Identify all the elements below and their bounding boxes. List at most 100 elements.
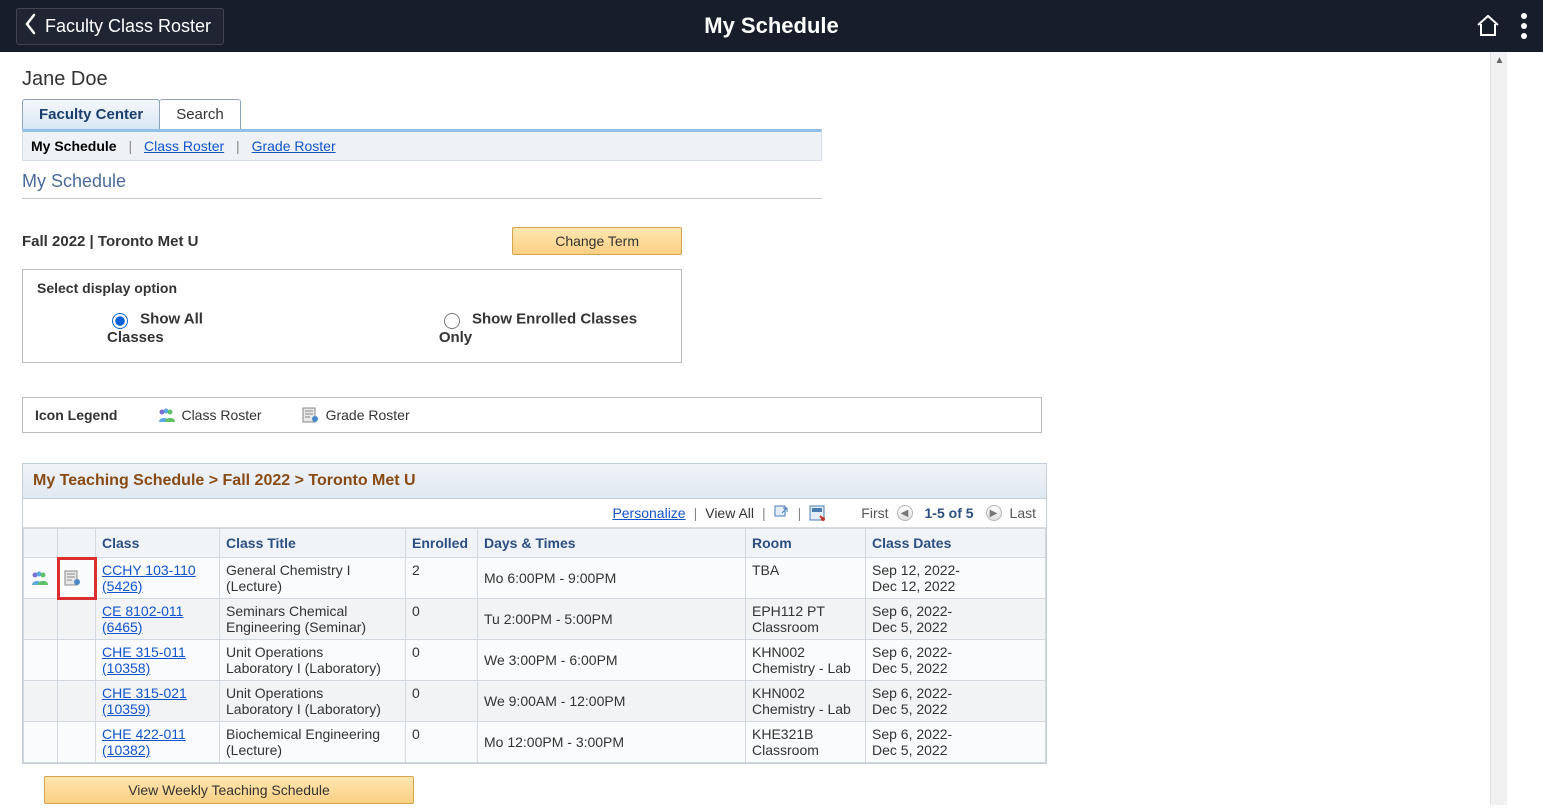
class-cell[interactable]: CHE 422-011(10382) [96,722,220,763]
subnav-grade-roster[interactable]: Grade Roster [252,138,336,154]
back-button-label: Faculty Class Roster [45,16,211,37]
class-dates-cell: Sep 6, 2022-Dec 5, 2022 [866,640,1046,681]
subnav-my-schedule[interactable]: My Schedule [31,138,117,154]
class-title-cell: Biochemical Engineering(Lecture) [220,722,406,763]
chevron-left-icon [23,13,37,40]
teaching-schedule-title: My Teaching Schedule > Fall 2022 > Toron… [23,464,1046,499]
divider [22,198,822,199]
radio-show-enrolled[interactable]: Show Enrolled Classes Only [439,310,667,346]
days-times-cell: Tu 2:00PM - 5:00PM [478,599,746,640]
grade-roster-cell [58,640,96,681]
table-row: CHE 315-021(10359) Unit OperationsLaborat… [24,681,1046,722]
room-cell: KHE321BClassroom [746,722,866,763]
teaching-schedule: My Teaching Schedule > Fall 2022 > Toron… [22,463,1047,764]
vertical-scrollbar[interactable]: ▲ [1490,52,1507,805]
class-cell[interactable]: CE 8102-011(6465) [96,599,220,640]
class-link[interactable]: CCHY 103-110(5426) [102,562,196,594]
class-cell[interactable]: CHE 315-021(10359) [96,681,220,722]
class-link[interactable]: CHE 422-011(10382) [102,726,186,758]
scroll-up-icon[interactable]: ▲ [1491,52,1508,69]
legend-grade-roster-label: Grade Roster [326,407,410,423]
class-link[interactable]: CHE 315-011(10358) [102,644,186,676]
tab-faculty-center[interactable]: Faculty Center [22,99,160,129]
table-row: CCHY 103-110(5426) General Chemistry I(Le… [24,558,1046,599]
zoom-icon[interactable] [774,505,790,521]
room-cell: EPH112 PTClassroom [746,599,866,640]
app-header: Faculty Class Roster My Schedule [0,0,1543,52]
radio-show-all[interactable]: Show All Classes [107,310,259,346]
class-title-cell: Unit OperationsLaboratory I (Laboratory) [220,681,406,722]
days-times-cell: We 3:00PM - 6:00PM [478,640,746,681]
col-class[interactable]: Class [96,529,220,558]
icon-legend: Icon Legend Class Roster Grade Roster [22,397,1042,433]
prev-page-button[interactable]: ◀ [897,505,913,521]
tab-search[interactable]: Search [159,99,241,129]
col-days-times[interactable]: Days & Times [478,529,746,558]
class-link[interactable]: CHE 315-021(10359) [102,685,187,717]
grade-roster-icon [302,406,320,424]
class-cell[interactable]: CCHY 103-110(5426) [96,558,220,599]
toolbar-first[interactable]: First [861,505,888,521]
download-icon[interactable] [809,505,825,521]
class-cell[interactable]: CHE 315-011(10358) [96,640,220,681]
more-menu-icon[interactable] [1521,13,1527,39]
enrolled-cell: 0 [406,722,478,763]
table-row: CE 8102-011(6465) Seminars ChemicalEngine… [24,599,1046,640]
days-times-cell: We 9:00AM - 12:00PM [478,681,746,722]
grid-toolbar: Personalize | View All | | First ◀ 1-5 o… [23,499,1046,528]
radio-show-enrolled-input[interactable] [444,313,460,329]
home-icon[interactable] [1475,13,1501,39]
room-cell: KHN002Chemistry - Lab [746,640,866,681]
change-term-button[interactable]: Change Term [512,227,682,255]
sub-nav: My Schedule | Class Roster | Grade Roste… [22,129,822,161]
display-option-title: Select display option [37,280,667,296]
room-cell: TBA [746,558,866,599]
class-roster-icon [157,406,175,424]
view-weekly-schedule-button[interactable]: View Weekly Teaching Schedule [44,776,414,804]
schedule-table: Class Class Title Enrolled Days & Times … [23,528,1046,763]
days-times-cell: Mo 6:00PM - 9:00PM [478,558,746,599]
section-title: My Schedule [22,171,1490,192]
class-dates-cell: Sep 12, 2022-Dec 12, 2022 [866,558,1046,599]
grade-roster-cell [58,599,96,640]
enrolled-cell: 0 [406,681,478,722]
table-row: CHE 315-011(10358) Unit OperationsLaborat… [24,640,1046,681]
col-room[interactable]: Room [746,529,866,558]
main-tabs: Faculty Center Search [22,99,1490,129]
subnav-class-roster[interactable]: Class Roster [144,138,224,154]
enrolled-cell: 0 [406,599,478,640]
radio-show-enrolled-label: Show Enrolled Classes Only [439,310,637,346]
class-title-cell: Unit OperationsLaboratory I (Laboratory) [220,640,406,681]
toolbar-last[interactable]: Last [1010,505,1036,521]
grade-roster-icon[interactable] [64,569,89,587]
legend-class-roster-label: Class Roster [181,407,261,423]
grade-roster-cell [58,681,96,722]
toolbar-view-all[interactable]: View All [705,505,754,521]
class-dates-cell: Sep 6, 2022-Dec 5, 2022 [866,681,1046,722]
col-class-title[interactable]: Class Title [220,529,406,558]
class-roster-cell[interactable] [24,558,58,599]
class-link[interactable]: CE 8102-011(6465) [102,603,183,635]
user-name: Jane Doe [22,68,1490,91]
class-roster-cell [24,599,58,640]
term-label: Fall 2022 | Toronto Met U [22,233,198,250]
back-button[interactable]: Faculty Class Roster [16,8,224,45]
class-roster-cell [24,681,58,722]
class-title-cell: Seminars ChemicalEngineering (Seminar) [220,599,406,640]
page-info: 1-5 of 5 [925,505,974,521]
col-class-dates[interactable]: Class Dates [866,529,1046,558]
class-roster-icon[interactable] [30,569,51,587]
radio-show-all-input[interactable] [112,313,128,329]
days-times-cell: Mo 12:00PM - 3:00PM [478,722,746,763]
class-dates-cell: Sep 6, 2022-Dec 5, 2022 [866,599,1046,640]
legend-title: Icon Legend [35,407,117,423]
next-page-button[interactable]: ▶ [986,505,1002,521]
table-row: CHE 422-011(10382) Biochemical Engineerin… [24,722,1046,763]
enrolled-cell: 0 [406,640,478,681]
class-roster-cell [24,722,58,763]
toolbar-personalize[interactable]: Personalize [612,505,685,521]
col-enrolled[interactable]: Enrolled [406,529,478,558]
grade-roster-cell[interactable] [58,558,96,599]
class-title-cell: General Chemistry I(Lecture) [220,558,406,599]
grade-roster-cell [58,722,96,763]
